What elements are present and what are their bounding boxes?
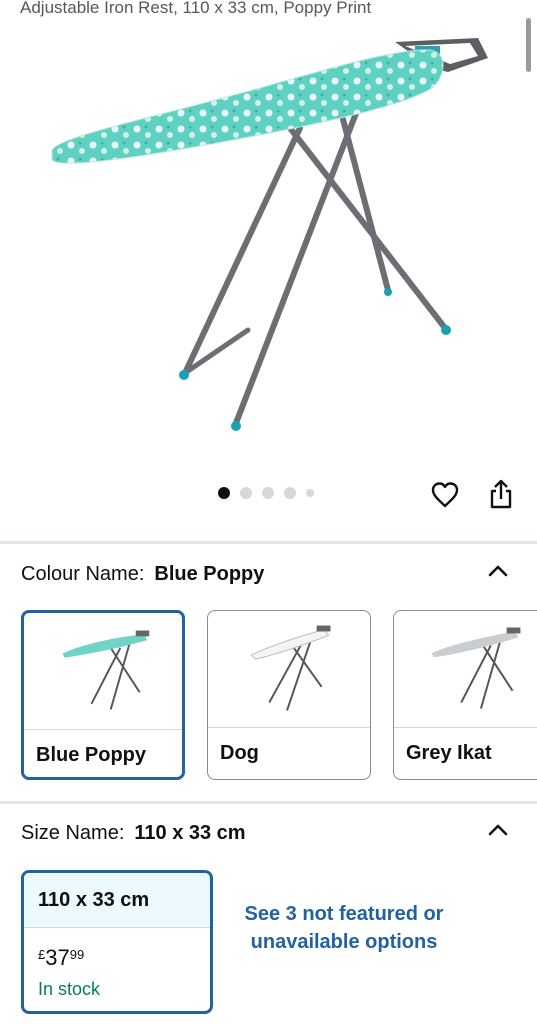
colour-selected-value: Blue Poppy <box>154 563 265 585</box>
size-name-row: Size Name: 110 x 33 cm <box>21 822 246 845</box>
swatch-cover <box>62 634 148 658</box>
size-label: Size Name: <box>21 822 125 844</box>
chevron-up-icon[interactable] <box>486 821 510 837</box>
carousel-dot[interactable] <box>306 489 314 497</box>
price-currency: £ <box>38 947 46 962</box>
size-selected-value: 110 x 33 cm <box>134 822 246 844</box>
product-image[interactable] <box>0 28 537 448</box>
swatch-image <box>431 627 521 709</box>
carousel-dot[interactable] <box>284 487 296 499</box>
colour-option-label: Dog <box>220 742 259 764</box>
image-carousel-dots[interactable] <box>218 487 314 499</box>
carousel-dot[interactable] <box>218 487 230 499</box>
colour-option-blue-poppy[interactable]: Blue Poppy <box>21 610 185 780</box>
size-option-header: 110 x 33 cm <box>24 873 210 928</box>
availability-status: In stock <box>38 979 101 999</box>
share-icon[interactable] <box>487 478 515 510</box>
colour-option-grey-ikat[interactable]: Grey Ikat <box>393 610 537 780</box>
swatch-image <box>62 630 150 710</box>
chevron-up-icon[interactable] <box>486 562 510 578</box>
carousel-dot[interactable] <box>240 487 252 499</box>
colour-option-dog[interactable]: Dog <box>207 610 371 780</box>
section-divider <box>0 541 537 544</box>
swatch-image <box>250 625 331 711</box>
carousel-dot[interactable] <box>262 487 274 499</box>
size-option-label: 110 x 33 cm <box>38 889 150 911</box>
colour-option-label: Grey Ikat <box>406 742 492 764</box>
size-option-card[interactable]: 110 x 33 cm £3799 In stock <box>21 870 213 1014</box>
price-whole: 37 <box>45 945 70 970</box>
heart-icon[interactable] <box>430 480 460 510</box>
colour-option-label: Blue Poppy <box>36 744 147 766</box>
colour-label: Colour Name: <box>21 563 145 585</box>
price-fraction: 99 <box>69 947 85 962</box>
price: £3799 <box>38 945 84 971</box>
colour-name-row: Colour Name: Blue Poppy <box>21 563 264 586</box>
see-unavailable-options-link[interactable]: See 3 not featured or unavailable option… <box>232 900 456 956</box>
product-title: Adjustable Iron Rest, 110 x 33 cm, Poppy… <box>20 0 372 17</box>
section-divider <box>0 801 537 804</box>
